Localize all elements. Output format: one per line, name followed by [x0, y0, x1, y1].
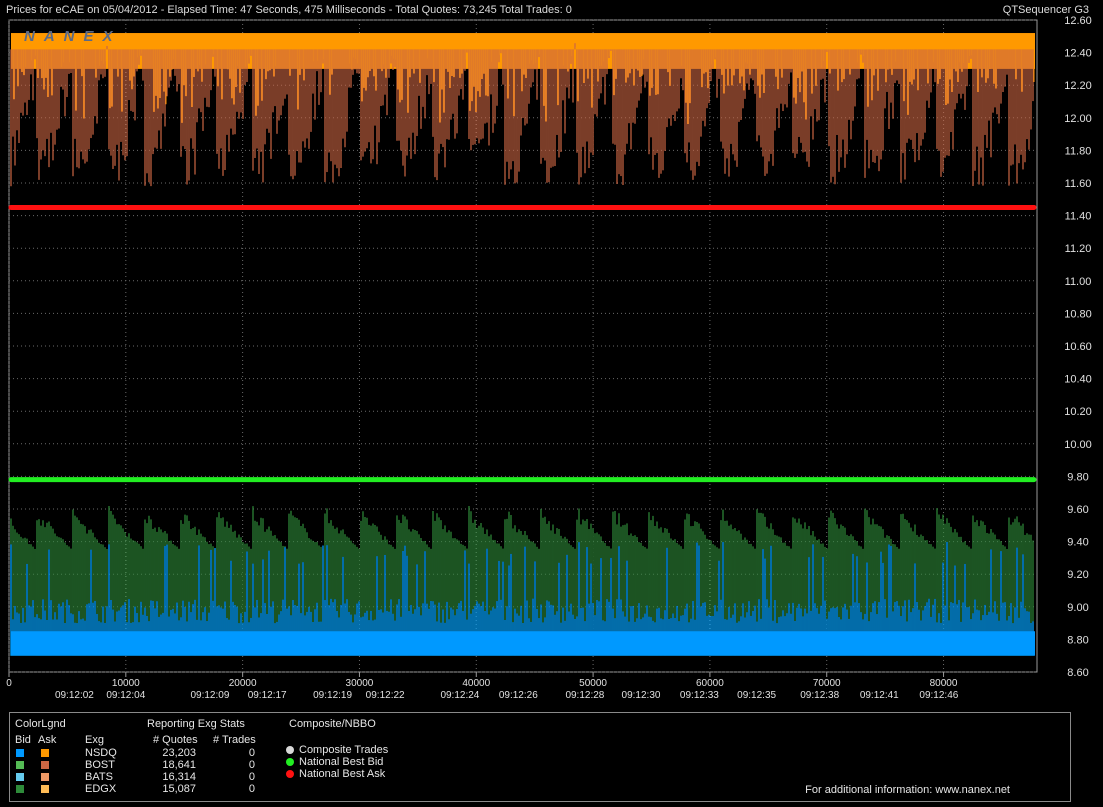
time-tick-label: 09:12:30 [622, 690, 661, 701]
y-tick-label: 9.60 [1067, 504, 1088, 516]
y-tick-label: 8.60 [1067, 667, 1088, 679]
exchange-quotes: 18,641 [162, 759, 196, 771]
y-tick-label: 12.00 [1064, 113, 1092, 125]
exchange-trades: 0 [248, 747, 255, 759]
y-tick-label: 9.80 [1067, 471, 1088, 483]
quotes-column-label: # Quotes [153, 734, 198, 746]
x-tick-label: 40000 [462, 678, 490, 689]
exchange-name: EDGX [85, 783, 117, 795]
y-tick-label: 12.20 [1064, 80, 1092, 92]
time-tick-label: 09:12:19 [313, 690, 352, 701]
composite-dot [286, 770, 294, 778]
y-tick-label: 10.60 [1064, 341, 1092, 353]
bid-column-label: Bid [15, 734, 31, 746]
time-tick-label: 09:12:04 [106, 690, 145, 701]
y-tick-label: 12.40 [1064, 48, 1092, 60]
composite-label: National Best Ask [299, 768, 386, 780]
time-tick-label: 09:12:33 [680, 690, 719, 701]
exchange-quotes: 23,203 [162, 747, 196, 759]
x-tick-label: 20000 [229, 678, 257, 689]
price-chart: NANEX 12.60 12.40 12.20 12.00 11.80 11.60 11.40… [6, 15, 1092, 701]
y-tick-label: 11.20 [1065, 243, 1092, 255]
y-tick-label: 11.40 [1065, 211, 1092, 223]
y-tick-label: 11.00 [1065, 276, 1092, 288]
time-tick-label: 09:12:46 [919, 690, 958, 701]
time-tick-label: 09:12:41 [860, 690, 899, 701]
y-tick-label: 9.40 [1067, 537, 1088, 549]
x-tick-label: 80000 [930, 678, 958, 689]
composite-dot [286, 758, 294, 766]
time-tick-label: 09:12:38 [800, 690, 839, 701]
time-tick-label: 09:12:22 [366, 690, 405, 701]
y-tick-label: 10.80 [1064, 308, 1092, 320]
time-tick-label: 09:12:28 [565, 690, 604, 701]
y-tick-label: 12.60 [1064, 15, 1092, 27]
exchange-quotes: 16,314 [162, 771, 196, 783]
bid-swatch [16, 785, 24, 793]
ask-swatch [41, 749, 49, 757]
ask-column-label: Ask [38, 734, 57, 746]
y-tick-label: 9.20 [1067, 569, 1088, 581]
x-tick-label: 50000 [579, 678, 607, 689]
y-tick-label: 10.00 [1064, 439, 1092, 451]
x-tick-label: 70000 [813, 678, 841, 689]
y-tick-label: 10.20 [1064, 406, 1092, 418]
bid-swatch [16, 749, 24, 757]
y-tick-label: 9.00 [1067, 602, 1088, 614]
y-tick-label: 10.40 [1064, 374, 1092, 386]
exchange-trades: 0 [248, 771, 255, 783]
nanex-watermark: NANEX [24, 28, 122, 45]
colorlegend-title: ColorLgnd [15, 718, 66, 730]
ask-swatch [41, 785, 49, 793]
y-tick-label: 11.60 [1065, 178, 1092, 190]
ask-swatch [41, 773, 49, 781]
x-tick-label: 10000 [112, 678, 140, 689]
composite-label: National Best Bid [299, 756, 384, 768]
composite-title: Composite/NBBO [289, 718, 376, 730]
x-tick-label: 0 [6, 678, 12, 689]
exchange-name: NSDQ [85, 747, 117, 759]
exchange-quotes: 15,087 [162, 783, 196, 795]
bid-swatch [16, 761, 24, 769]
legend-panel: ColorLgnd Bid Ask Exg Reporting Exg Stat… [9, 712, 1071, 802]
composite-dot [286, 746, 294, 754]
time-tick-label: 09:12:02 [55, 690, 94, 701]
info-link[interactable]: For additional information: www.nanex.ne… [805, 784, 1010, 796]
time-tick-label: 09:12:09 [190, 690, 229, 701]
exchange-trades: 0 [248, 783, 255, 795]
exchange-trades: 0 [248, 759, 255, 771]
exg-column-label: Exg [85, 734, 104, 746]
composite-label: Composite Trades [299, 744, 389, 756]
y-tick-label: 8.80 [1067, 634, 1088, 646]
bid-swatch [16, 773, 24, 781]
trades-column-label: # Trades [213, 734, 256, 746]
x-tick-label: 30000 [346, 678, 374, 689]
stats-title: Reporting Exg Stats [147, 718, 245, 730]
time-tick-label: 09:12:17 [248, 690, 287, 701]
bid-fill [11, 631, 1035, 656]
time-tick-label: 09:12:26 [499, 690, 538, 701]
y-tick-label: 11.80 [1065, 145, 1092, 157]
ask-swatch [41, 761, 49, 769]
time-tick-label: 09:12:24 [440, 690, 479, 701]
time-tick-label: 09:12:35 [737, 690, 776, 701]
exchange-name: BOST [85, 759, 115, 771]
exchange-name: BATS [85, 771, 113, 783]
x-tick-label: 60000 [696, 678, 724, 689]
